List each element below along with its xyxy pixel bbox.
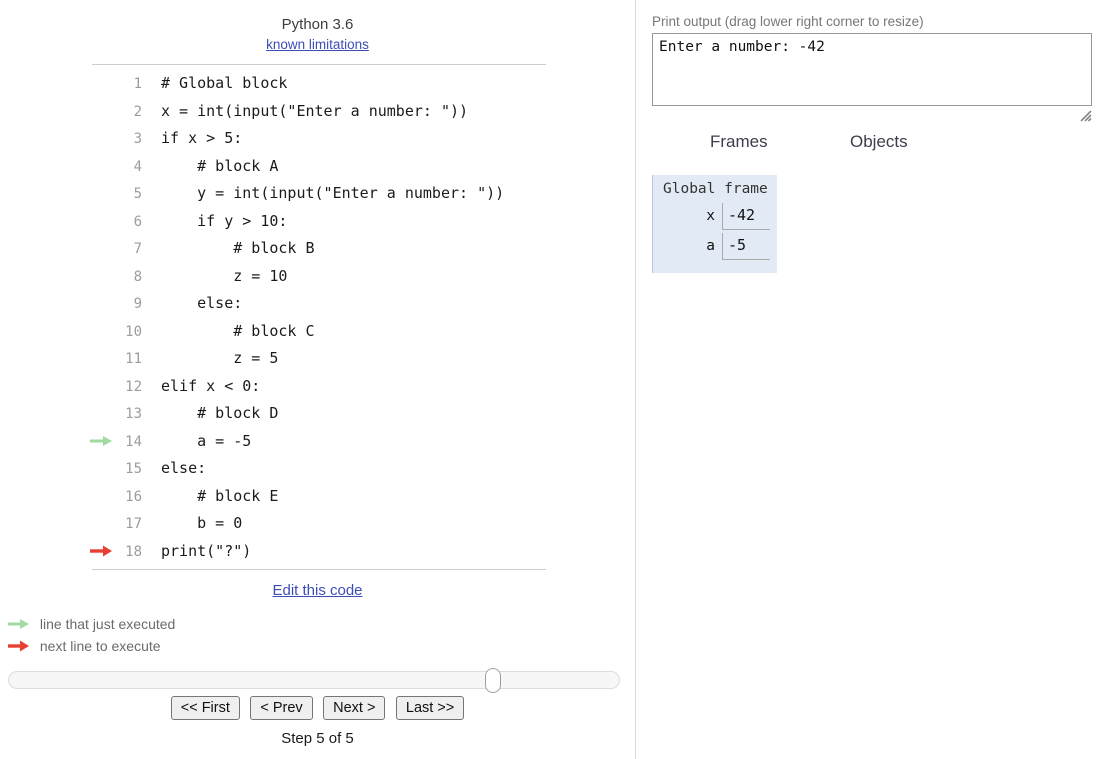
code-line-text: # block B (161, 239, 315, 257)
legend-just-executed-label: line that just executed (39, 616, 176, 633)
code-line[interactable]: 7 # block B (92, 235, 546, 263)
legend-next-to-execute: next line to execute (8, 634, 175, 656)
code-line-arrow (90, 318, 122, 346)
known-limitations-link[interactable]: known limitations (0, 36, 635, 54)
python-tutor-visualizer: Python 3.6 known limitations 1 # Global b… (0, 0, 1112, 759)
legend-just-executed: line that just executed (8, 612, 175, 634)
code-line[interactable]: 3 if x > 5: (92, 125, 546, 153)
code-line-text: # Global block (161, 74, 288, 92)
edit-this-code-link[interactable]: Edit this code (272, 582, 362, 599)
code-line-arrow (90, 428, 122, 456)
code-line-text: else: (161, 459, 207, 477)
green-arrow-icon (90, 436, 112, 446)
print-output-box[interactable]: Enter a number: -42 (652, 33, 1092, 106)
frame-variable-row: x -42 (657, 203, 773, 230)
code-line[interactable]: 10 # block C (92, 318, 546, 346)
code-line-arrow (90, 455, 122, 483)
code-line-text: # block D (161, 404, 279, 422)
code-line-text: else: (161, 294, 243, 312)
code-line-text: # block A (161, 156, 279, 175)
code-line-arrow (90, 538, 122, 566)
code-line[interactable]: 16 # block E (92, 483, 546, 511)
code-line-arrow (90, 263, 122, 291)
arrow-legend: line that just executed next line to exe… (8, 612, 175, 656)
code-line[interactable]: 6 if y > 10: (92, 208, 546, 236)
code-line-arrow (90, 510, 122, 538)
code-line-arrow (90, 483, 122, 511)
edit-code-row: Edit this code (0, 582, 635, 600)
code-line-arrow (90, 208, 122, 236)
code-line[interactable]: 8 z = 10 (92, 263, 546, 291)
code-line-arrow (90, 345, 122, 373)
code-line[interactable]: 2x = int(input("Enter a number: ")) (92, 98, 546, 126)
first-button[interactable]: << First (170, 696, 240, 720)
code-line-text: elif x < 0: (161, 376, 261, 395)
visualizer-column-headers: Frames Objects (645, 132, 1105, 156)
navigation-buttons: << First < Prev Next > Last >> (0, 696, 635, 720)
global-frame-variables: x -42 a -5 (657, 203, 773, 260)
visualization-pane: Print output (drag lower right corner to… (645, 0, 1112, 759)
variable-name: a (706, 238, 715, 254)
print-output-label: Print output (drag lower right corner to… (652, 14, 924, 29)
code-line-arrow (90, 290, 122, 318)
next-button[interactable]: Next > (323, 696, 386, 720)
code-line-text: if x > 5: (161, 129, 243, 147)
code-line[interactable]: 11 z = 5 (92, 345, 546, 373)
global-frame: Global frame x -42 a -5 (652, 175, 777, 273)
code-line-arrow (90, 373, 122, 401)
step-counter: Step 5 of 5 (281, 730, 354, 747)
code-line-text: b = 0 (161, 514, 243, 532)
variable-name: x (706, 208, 715, 224)
code-line[interactable]: 13 # block D (92, 400, 546, 428)
pane-divider (635, 0, 636, 759)
objects-column-header: Objects (850, 132, 908, 151)
code-line-text: # block E (161, 486, 279, 505)
code-line-text: a = -5 (161, 431, 252, 450)
last-button[interactable]: Last >> (395, 696, 465, 720)
code-line[interactable]: 14 a = -5 (90, 428, 546, 456)
language-version-label: Python 3.6 (281, 16, 354, 33)
code-line-text: print("?") (161, 541, 252, 560)
code-line[interactable]: 5 y = int(input("Enter a number: ")) (92, 180, 546, 208)
code-line-text: z = 10 (161, 266, 288, 285)
code-line[interactable]: 12 elif x < 0: (92, 373, 546, 401)
resize-handle-icon[interactable] (1078, 108, 1092, 122)
prev-button[interactable]: < Prev (250, 696, 313, 720)
code-line-text: y = int(input("Enter a number: ")) (161, 184, 505, 202)
code-line-text: # block C (161, 321, 315, 340)
green-arrow-icon (8, 619, 29, 630)
code-line-arrow (90, 180, 122, 208)
code-line[interactable]: 15 else: (92, 455, 546, 483)
red-arrow-icon (90, 545, 112, 557)
code-pane: Python 3.6 known limitations 1 # Global b… (0, 0, 635, 759)
global-frame-title: Global frame (663, 181, 768, 197)
legend-next-to-execute-label: next line to execute (39, 638, 161, 655)
slider-track[interactable] (8, 671, 620, 689)
code-line-text: x = int(input("Enter a number: ")) (161, 101, 469, 120)
code-line[interactable]: 4 # block A (92, 153, 546, 181)
code-line[interactable]: 9 else: (92, 290, 546, 318)
code-display: 1 # Global block 2 x = int(input("Enter a n… (90, 64, 546, 570)
code-line-arrow (90, 153, 122, 181)
code-line[interactable]: 17 b = 0 (92, 510, 546, 538)
execution-slider[interactable] (8, 668, 620, 693)
code-line-arrow (90, 235, 122, 263)
red-arrow-icon (8, 640, 29, 652)
code-line-text: z = 5 (161, 349, 279, 367)
frames-column-header: Frames (710, 132, 768, 151)
code-line-arrow (90, 70, 122, 98)
language-header: Python 3.6 known limitations (0, 14, 635, 54)
code-line-arrow (90, 125, 122, 153)
slider-thumb[interactable] (485, 668, 501, 693)
code-line-text: if y > 10: (161, 211, 288, 230)
code-line[interactable]: 1 # Global block (92, 70, 546, 98)
code-line-arrow (90, 98, 122, 126)
frame-variable-row: a -5 (657, 233, 773, 260)
variable-value: -5 (722, 233, 770, 260)
print-output-text: Enter a number: -42 (659, 39, 825, 55)
code-line-arrow (90, 400, 122, 428)
variable-value: -42 (722, 203, 770, 230)
code-line[interactable]: 18 print("?") (90, 538, 546, 566)
